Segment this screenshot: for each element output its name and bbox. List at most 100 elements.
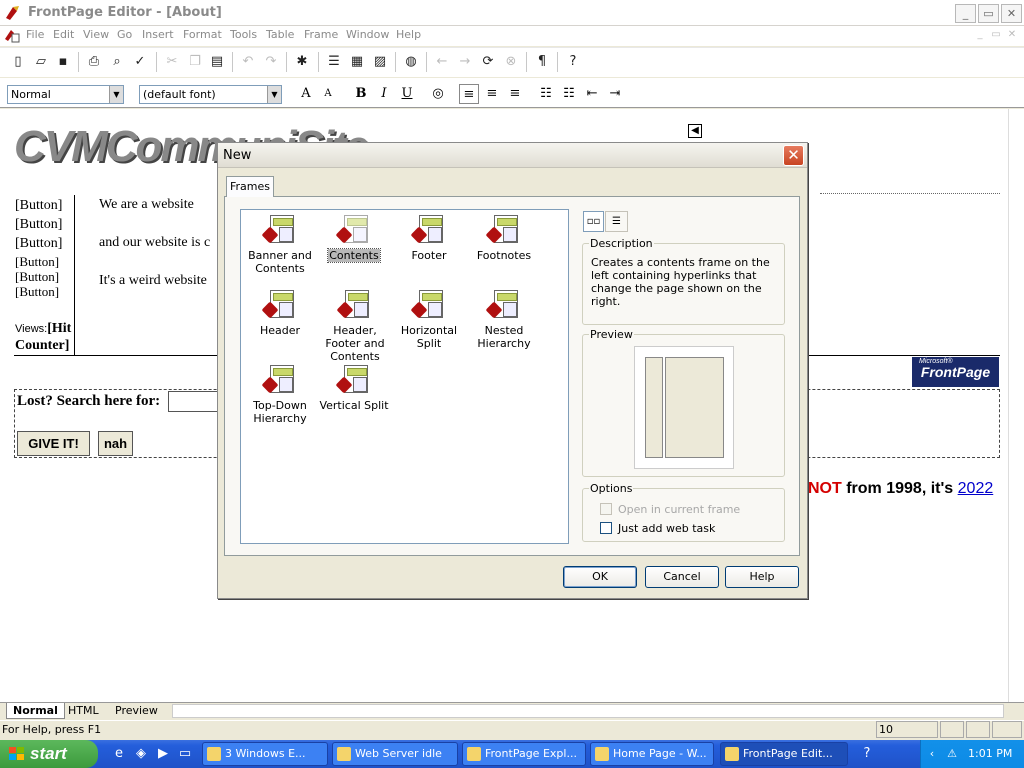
doc-close-button[interactable]: ✕ <box>1005 29 1019 42</box>
template-header-footer-and-contents[interactable]: Header, Footer and Contents <box>314 288 396 363</box>
frontpage-app-icon[interactable] <box>4 4 22 22</box>
template-horizontal-split[interactable]: Horizontal Split <box>391 288 467 350</box>
doc-restore-button[interactable]: ▭ <box>989 29 1003 42</box>
ok-button[interactable]: OK <box>563 566 637 588</box>
search-input[interactable] <box>168 391 224 412</box>
close-window-button[interactable]: ✕ <box>1001 4 1022 23</box>
template-contents[interactable]: Contents <box>316 213 392 263</box>
hit-counter-text[interactable]: Counter] <box>15 338 69 354</box>
decrease-indent-icon[interactable]: ⇤ <box>582 84 602 104</box>
chevron-down-icon[interactable]: ▼ <box>109 86 123 103</box>
show-paragraph-icon[interactable]: ¶ <box>532 52 552 72</box>
menu-help[interactable]: Help <box>396 28 421 41</box>
template-top-down-hierarchy[interactable]: Top-Down Hierarchy <box>242 363 318 425</box>
frame-marker-icon[interactable]: ◀ <box>688 124 702 138</box>
template-banner-and-contents[interactable]: Banner and Contents <box>242 213 318 275</box>
nav-button-placeholder[interactable]: [Button] <box>15 254 59 270</box>
webbot-icon[interactable]: ✱ <box>292 52 312 72</box>
forward-icon[interactable]: → <box>455 52 475 72</box>
insert-table-icon[interactable]: ▦ <box>347 52 367 72</box>
minimize-button[interactable]: _ <box>955 4 976 23</box>
open-folder-icon[interactable]: ▱ <box>31 52 51 72</box>
nav-button-placeholder[interactable]: [Button] <box>15 198 62 214</box>
menu-format[interactable]: Format <box>183 28 222 41</box>
tab-normal[interactable]: Normal <box>6 703 65 719</box>
menu-frame[interactable]: Frame <box>304 28 338 41</box>
nav-button-placeholder[interactable]: [Button] <box>15 284 59 300</box>
menu-file[interactable]: File <box>26 28 44 41</box>
insert-image-icon[interactable]: ▨ <box>370 52 390 72</box>
new-page-icon[interactable]: ▯ <box>8 52 28 72</box>
font-select[interactable]: (default font) ▼ <box>139 85 282 104</box>
bold-icon[interactable]: B <box>351 84 371 104</box>
tray-arrow-icon[interactable]: ‹ <box>924 746 940 762</box>
template-footnotes[interactable]: Footnotes <box>466 213 542 262</box>
template-vertical-split[interactable]: Vertical Split <box>316 363 392 412</box>
align-left-icon[interactable]: ≡ <box>459 84 479 104</box>
nav-button-placeholder[interactable]: [Button] <box>15 217 62 233</box>
task-frontpage-editor[interactable]: FrontPage Edit... <box>720 742 848 766</box>
hyperlink-icon[interactable]: ◍ <box>401 52 421 72</box>
style-select[interactable]: Normal ▼ <box>7 85 124 104</box>
redo-icon[interactable]: ↷ <box>261 52 281 72</box>
align-right-icon[interactable]: ≡ <box>505 84 525 104</box>
menu-go[interactable]: Go <box>117 28 132 41</box>
cancel-button[interactable]: Cancel <box>645 566 719 588</box>
vertical-scrollbar[interactable] <box>1008 109 1024 702</box>
menu-tools[interactable]: Tools <box>230 28 257 41</box>
print-icon[interactable]: ⎙ <box>84 52 104 72</box>
task-windows-explorer[interactable]: 3 Windows E... <box>202 742 328 766</box>
large-icons-view-icon[interactable]: ▫▫ <box>583 211 604 232</box>
context-help-icon[interactable]: ? <box>563 52 583 72</box>
give-it-button[interactable]: GIVE IT! <box>17 431 90 456</box>
add-web-task-checkbox[interactable] <box>600 522 612 534</box>
increase-font-icon[interactable]: A <box>296 84 316 104</box>
underline-icon[interactable]: U <box>397 84 417 104</box>
menu-window[interactable]: Window <box>346 28 389 41</box>
media-player-icon[interactable]: ▶ <box>154 745 172 763</box>
tray-security-icon[interactable]: ⚠ <box>944 746 960 762</box>
text-color-icon[interactable]: ◎ <box>428 84 448 104</box>
paste-icon[interactable]: ▤ <box>207 52 227 72</box>
copy-icon[interactable]: ❐ <box>185 52 205 72</box>
cut-icon[interactable]: ✂ <box>162 52 182 72</box>
template-header[interactable]: Header <box>242 288 318 337</box>
maximize-button[interactable]: ▭ <box>978 4 999 23</box>
menu-view[interactable]: View <box>83 28 109 41</box>
nah-button[interactable]: nah <box>98 431 133 456</box>
spelling-icon[interactable]: ✓ <box>130 52 150 72</box>
hit-counter-text[interactable]: [Hit <box>47 321 71 336</box>
menu-insert[interactable]: Insert <box>142 28 174 41</box>
open-in-frame-checkbox[interactable] <box>600 503 612 515</box>
internet-explorer-icon[interactable]: e <box>110 745 128 763</box>
help-button[interactable]: Help <box>725 566 799 588</box>
bulleted-list-icon[interactable]: ☷ <box>559 84 579 104</box>
help-icon[interactable]: ? <box>858 745 876 763</box>
refresh-icon[interactable]: ⟳ <box>478 52 498 72</box>
dialog-title-bar[interactable] <box>218 143 807 168</box>
outlook-express-icon[interactable]: ◈ <box>132 745 150 763</box>
increase-indent-icon[interactable]: ⇥ <box>605 84 625 104</box>
footer-year-link[interactable]: 2022 <box>958 480 994 497</box>
horizontal-scrollbar[interactable] <box>172 704 1004 718</box>
list-view-icon[interactable]: ☰ <box>605 211 628 232</box>
show-desktop-icon[interactable]: ▭ <box>176 745 194 763</box>
menu-table[interactable]: Table <box>266 28 294 41</box>
chevron-down-icon[interactable]: ▼ <box>267 86 281 103</box>
stop-icon[interactable]: ⊗ <box>501 52 521 72</box>
back-icon[interactable]: ← <box>432 52 452 72</box>
italic-icon[interactable]: I <box>374 84 394 104</box>
task-web-server[interactable]: Web Server idle <box>332 742 458 766</box>
form-field-icon[interactable]: ☰ <box>324 52 344 72</box>
document-icon[interactable] <box>4 27 20 43</box>
task-frontpage-explorer[interactable]: FrontPage Expl... <box>462 742 586 766</box>
tab-preview[interactable]: Preview <box>109 703 164 719</box>
task-home-page[interactable]: Home Page - W... <box>590 742 714 766</box>
nav-button-placeholder[interactable]: [Button] <box>15 236 62 252</box>
tab-frames[interactable]: Frames <box>226 176 274 197</box>
decrease-font-icon[interactable]: A <box>318 84 338 104</box>
tray-clock[interactable]: 1:01 PM <box>968 747 1012 760</box>
align-center-icon[interactable]: ≡ <box>482 84 502 104</box>
undo-icon[interactable]: ↶ <box>238 52 258 72</box>
doc-minimize-button[interactable]: _ <box>973 29 987 42</box>
